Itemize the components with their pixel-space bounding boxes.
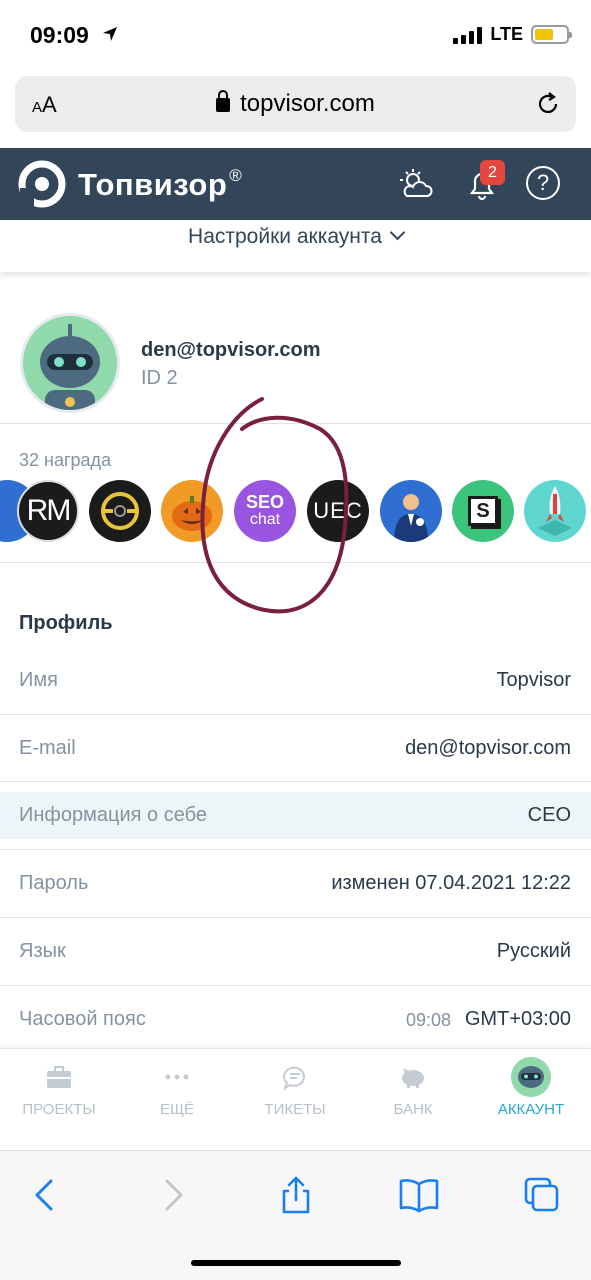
profile-row-name[interactable]: Имя Topvisor: [0, 647, 591, 714]
forward-icon[interactable]: [152, 1175, 192, 1215]
profile-row-password[interactable]: Пароль изменен 07.04.2021 12:22: [0, 850, 591, 917]
weather-icon[interactable]: [398, 166, 434, 202]
user-email: den@topvisor.com: [141, 339, 321, 361]
tab-account[interactable]: АККАУНТ: [472, 1049, 590, 1149]
location-arrow-icon: [103, 27, 117, 41]
agent-icon: [394, 494, 428, 542]
home-indicator: [191, 1260, 401, 1266]
url-text: topvisor.com: [240, 90, 375, 117]
account-settings-label: Настройки аккаунта: [188, 225, 382, 248]
bottom-tab-bar: ПРОЕКТЫ ЕЩЁ ТИКЕТЫ БАНК АККАУНТ: [0, 1048, 591, 1150]
awards-count: 32 награда: [19, 450, 112, 470]
divider: [0, 562, 591, 563]
avatar[interactable]: [20, 313, 120, 413]
tab-bank[interactable]: БАНК: [354, 1049, 472, 1149]
award-rocket[interactable]: [524, 480, 586, 542]
network-label: LTE: [490, 24, 523, 44]
award-rm[interactable]: RM: [17, 480, 79, 542]
rocket-icon: [538, 486, 572, 536]
chevron-down-icon: [389, 224, 406, 241]
reload-icon[interactable]: [534, 90, 562, 118]
robot-avatar-icon: [23, 316, 117, 410]
avatar: [511, 1057, 551, 1097]
back-icon[interactable]: [26, 1175, 66, 1215]
piggy-bank-icon: [402, 1068, 424, 1088]
award-s-box[interactable]: S: [452, 480, 514, 542]
profile-row-about[interactable]: Информация о себе CEO: [0, 792, 591, 839]
award-ring[interactable]: [89, 480, 151, 542]
help-button[interactable]: ?: [526, 166, 560, 200]
award-pumpkin[interactable]: [161, 480, 223, 542]
ring-award-icon: [101, 492, 139, 530]
divider: [0, 781, 591, 782]
award-seo-chat[interactable]: SEO chat: [234, 480, 296, 542]
chat-icon: [282, 1066, 305, 1091]
award-uec[interactable]: UEC: [307, 480, 369, 542]
bookmarks-icon[interactable]: [399, 1175, 439, 1215]
profile-row-timezone[interactable]: Часовой пояс 09:08 GMT+03:00: [0, 986, 591, 1053]
tab-projects[interactable]: ПРОЕКТЫ: [0, 1049, 118, 1149]
tab-more[interactable]: ЕЩЁ: [118, 1049, 236, 1149]
briefcase-icon: [47, 1066, 71, 1088]
profile-row-language[interactable]: Язык Русский: [0, 918, 591, 985]
profile-row-email[interactable]: E-mail den@topvisor.com: [0, 715, 591, 782]
tab-tickets[interactable]: ТИКЕТЫ: [236, 1049, 354, 1149]
award-agent[interactable]: [380, 480, 442, 542]
divider: [0, 423, 591, 424]
signal-icon: [453, 26, 483, 44]
lock-icon: [216, 90, 231, 112]
brand-name[interactable]: Топвизор ®: [78, 166, 242, 203]
local-time: 09:08: [405, 1010, 451, 1030]
battery-icon: [531, 25, 572, 44]
status-time: 09:09: [30, 22, 89, 48]
dots-icon: [165, 1074, 189, 1080]
pumpkin-icon: [172, 496, 212, 531]
notification-badge: 2: [480, 160, 505, 185]
topvisor-logo-icon[interactable]: [18, 160, 66, 208]
address-bar[interactable]: AA topvisor.com: [15, 76, 576, 132]
account-settings-dropdown[interactable]: Настройки аккаунта: [0, 220, 591, 272]
profile-section-title: Профиль: [19, 612, 113, 634]
tabs-icon[interactable]: [522, 1175, 562, 1215]
user-id: ID 2: [141, 367, 178, 389]
share-icon[interactable]: [276, 1175, 316, 1215]
app-header: Топвизор ® ?: [0, 148, 591, 220]
status-bar: 09:09 LTE: [0, 0, 591, 70]
